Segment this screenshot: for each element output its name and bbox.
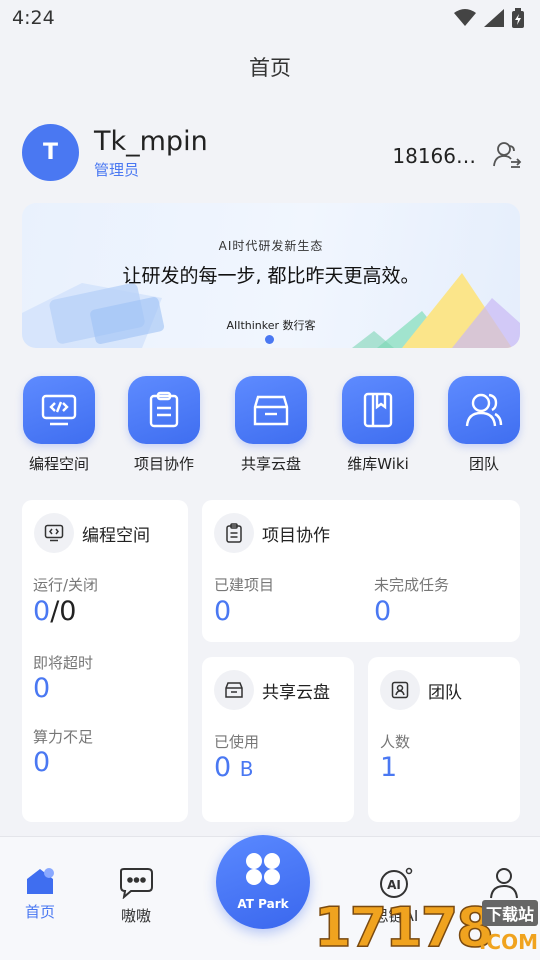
username: Tk_mpin (94, 126, 208, 157)
promo-banner[interactable]: AI时代研发新生态 让研发的每一步, 都比昨天更高效。 AIIthinker 数… (22, 203, 520, 348)
card-header: 编程空间 (34, 513, 150, 553)
watermark-domain: .COM (478, 930, 538, 954)
card-project[interactable]: 项目协作 已建项目 0 未完成任务 0 (202, 500, 520, 642)
members-label: 人数 (380, 733, 411, 751)
card-title: 项目协作 (262, 525, 330, 546)
home-icon (27, 868, 54, 894)
park-icon (246, 853, 280, 885)
tab-label: AT Park (237, 897, 289, 911)
status-bar: 4:24 (0, 0, 540, 36)
box-icon (235, 376, 307, 444)
profile-icon (490, 868, 518, 899)
ai-icon: AI (380, 867, 413, 898)
card-coding[interactable]: 编程空间 运行/关闭 0/0 即将超时 0 算力不足 0 (22, 500, 188, 822)
card-title: 编程空间 (82, 525, 150, 546)
tab-at-park[interactable]: AT Park (216, 835, 310, 929)
watermark-tag: 下载站 (481, 900, 538, 926)
card-team[interactable]: 团队 人数 1 (368, 657, 520, 822)
team-icon (380, 670, 420, 710)
running-count: 0 (33, 596, 51, 627)
team-icon (448, 376, 520, 444)
running-label: 运行/关闭 (33, 576, 99, 594)
created-projects-value: 0 (214, 596, 232, 627)
profile-row[interactable]: T Tk_mpin 管理员 18166… (22, 124, 522, 184)
quick-entry-disk[interactable]: 共享云盘 (226, 376, 316, 474)
card-disk[interactable]: 共享云盘 已使用 0 B (202, 657, 354, 822)
banner-headline: 让研发的每一步, 都比昨天更高效。 (122, 265, 420, 287)
user-role: 管理员 (94, 161, 140, 179)
box-icon (214, 670, 254, 710)
unfinished-tasks-value: 0 (374, 596, 392, 627)
quick-entry-project[interactable]: 项目协作 (119, 376, 209, 474)
compute-label: 算力不足 (33, 728, 94, 746)
tab-label: 嗷嗷 (120, 907, 151, 925)
svg-text:AI: AI (387, 878, 401, 892)
value-separator: / (50, 596, 60, 627)
avatar[interactable]: T (22, 124, 79, 181)
phone-number: 18166… (392, 144, 476, 168)
card-title: 团队 (428, 682, 462, 703)
card-header: 项目协作 (214, 513, 330, 553)
quick-entry-coding[interactable]: 编程空间 (14, 376, 104, 474)
tab-home[interactable]: 首页 (0, 867, 80, 922)
site-watermark: 17178 下载站 .COM (313, 895, 540, 960)
signal-icon (484, 9, 504, 27)
tab-label: 首页 (24, 903, 55, 921)
watermark-number: 17178 (313, 895, 494, 960)
card-title: 共享云盘 (262, 682, 330, 703)
running-value: 0/0 (33, 596, 76, 627)
used-value: 0 B (214, 752, 254, 783)
banner-subtitle: AI时代研发新生态 (218, 239, 324, 253)
wifi-icon (454, 9, 476, 26)
closed-count: 0 (59, 596, 77, 627)
used-label: 已使用 (214, 733, 260, 751)
unfinished-tasks-label: 未完成任务 (374, 576, 450, 594)
quick-entry-label: 维库Wiki (347, 455, 409, 473)
status-time: 4:24 (12, 7, 55, 29)
code-icon (34, 513, 74, 553)
clipboard-icon (128, 376, 200, 444)
card-header: 共享云盘 (214, 670, 330, 710)
used-unit: B (239, 757, 254, 781)
book-icon (342, 376, 414, 444)
members-value: 1 (380, 752, 398, 783)
card-header: 团队 (380, 670, 462, 710)
chat-icon (120, 868, 153, 900)
used-amount: 0 (214, 752, 232, 783)
quick-entry-label: 共享云盘 (240, 455, 301, 473)
quick-entry-label: 编程空间 (28, 455, 89, 473)
status-icons (454, 8, 524, 28)
compute-value: 0 (33, 747, 51, 778)
created-projects-label: 已建项目 (214, 576, 275, 594)
code-icon (23, 376, 95, 444)
switch-user-icon[interactable] (492, 140, 522, 170)
timeout-value: 0 (33, 673, 51, 704)
quick-entry-label: 团队 (468, 455, 499, 473)
quick-entry-label: 项目协作 (133, 455, 194, 473)
quick-entries: 编程空间 项目协作 共享云盘 维库Wiki 团队 (22, 376, 520, 476)
page-title: 首页 (249, 56, 291, 80)
quick-entry-team[interactable]: 团队 (439, 376, 529, 474)
banner-page-indicator (265, 335, 274, 344)
quick-entry-wiki[interactable]: 维库Wiki (333, 376, 423, 474)
clipboard-icon (214, 513, 254, 553)
timeout-label: 即将超时 (33, 654, 94, 672)
battery-icon (512, 8, 524, 28)
banner-brand: AIIthinker 数行客 (226, 319, 316, 332)
tab-chat[interactable]: 嗷嗷 (96, 867, 176, 926)
